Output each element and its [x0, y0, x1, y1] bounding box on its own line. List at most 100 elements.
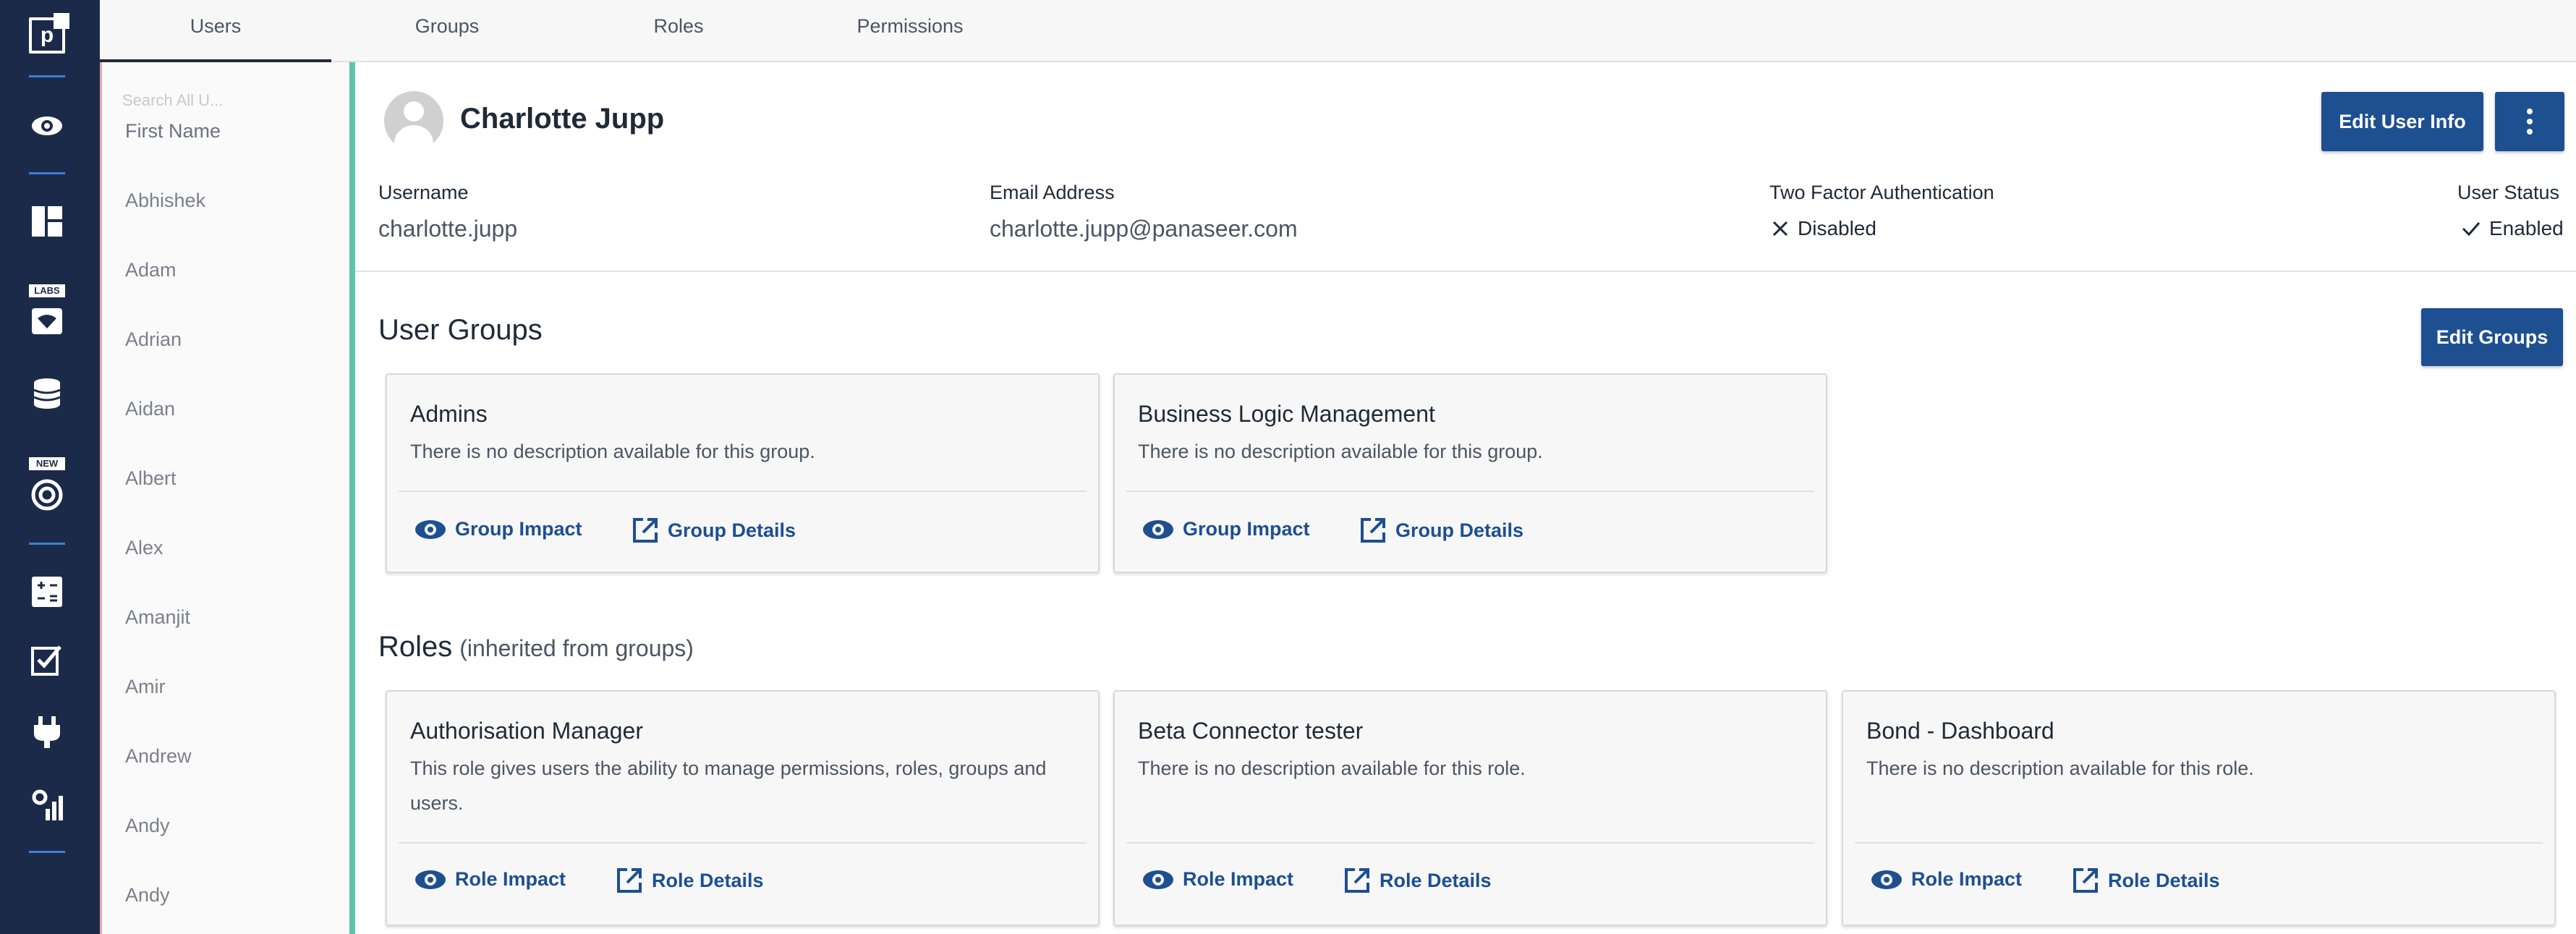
plug-icon[interactable]: [28, 713, 66, 751]
group-card-description: There is no description available for th…: [410, 441, 815, 462]
role-card: Bond - Dashboard There is no description…: [1842, 690, 2556, 926]
eye-icon: [1143, 519, 1173, 539]
nav-separator: [29, 75, 65, 77]
role-card-description: There is no description available for th…: [1866, 757, 2254, 779]
card-divider: [399, 491, 1087, 492]
eye-icon: [1871, 870, 1902, 889]
roles-subtitle: (inherited from groups): [459, 635, 694, 661]
calculator-icon[interactable]: [28, 573, 66, 611]
close-icon: [1772, 221, 1788, 237]
list-item[interactable]: Andy: [125, 815, 170, 837]
role-card-title: Bond - Dashboard: [1866, 718, 2054, 744]
header-divider: [355, 271, 2576, 272]
nav-separator: [29, 543, 65, 545]
roles-title: Roles (inherited from groups): [378, 631, 694, 663]
tfa-status: Disabled: [1772, 217, 1876, 240]
list-item[interactable]: Adam: [125, 259, 177, 281]
open-in-new-icon: [1345, 868, 1369, 893]
list-item[interactable]: Amanjit: [125, 606, 190, 629]
list-item[interactable]: Aidan: [125, 398, 175, 420]
role-details-link[interactable]: Role Details: [1343, 867, 1492, 894]
list-item[interactable]: Amir: [125, 676, 166, 698]
more-options-button[interactable]: [2495, 92, 2564, 151]
group-impact-link[interactable]: Group Impact: [1142, 518, 1310, 540]
nav-rail: p LABS NEW: [0, 0, 100, 934]
database-icon[interactable]: [28, 375, 66, 412]
card-divider: [399, 842, 1087, 844]
role-details-link[interactable]: Role Details: [616, 867, 764, 894]
app-logo[interactable]: p: [29, 13, 69, 54]
list-item[interactable]: Adrian: [125, 328, 182, 351]
labs-icon[interactable]: [28, 302, 66, 340]
role-impact-link[interactable]: Role Impact: [1871, 868, 2022, 891]
role-card: Beta Connector tester There is no descri…: [1113, 690, 1827, 926]
user-status: Enabled: [2462, 217, 2564, 240]
role-card: Authorisation Manager This role gives us…: [386, 690, 1100, 926]
tab-permissions[interactable]: Permissions: [794, 0, 1026, 62]
roles-title-text: Roles: [378, 631, 453, 663]
user-detail-panel: Charlotte Jupp Edit User Info Username c…: [355, 62, 2576, 934]
eye-icon: [1143, 870, 1173, 889]
edit-user-info-button[interactable]: Edit User Info: [2321, 92, 2483, 151]
nav-separator: [29, 851, 65, 853]
search-input-fragment[interactable]: Search All U...: [122, 91, 223, 110]
role-card-title: Authorisation Manager: [410, 718, 643, 744]
tab-groups[interactable]: Groups: [331, 0, 563, 62]
edit-groups-button[interactable]: Edit Groups: [2421, 308, 2563, 366]
eye-icon: [415, 519, 446, 539]
labs-badge: LABS: [29, 284, 65, 297]
open-in-new-icon: [1361, 518, 1385, 543]
dashboard-icon[interactable]: [28, 203, 66, 240]
check-icon: [2462, 222, 2481, 237]
eye-icon: [415, 870, 446, 889]
role-card-title: Beta Connector tester: [1138, 718, 1364, 744]
group-card: Business Logic Management There is no de…: [1113, 373, 1827, 573]
group-impact-link[interactable]: Group Impact: [415, 518, 582, 540]
user-groups-title: User Groups: [378, 314, 543, 346]
role-details-link[interactable]: Role Details: [2072, 867, 2220, 894]
list-item[interactable]: Alex: [125, 537, 163, 559]
user-status-text: Enabled: [2489, 217, 2564, 239]
more-vertical-icon: [2527, 109, 2533, 135]
card-divider: [1126, 491, 1814, 492]
tab-roles[interactable]: Roles: [563, 0, 794, 62]
group-details-link[interactable]: Group Details: [632, 517, 796, 544]
settings-chart-icon[interactable]: [28, 786, 66, 823]
role-card-description: There is no description available for th…: [1138, 757, 1526, 779]
group-details-link[interactable]: Group Details: [1359, 517, 1523, 544]
eye-icon[interactable]: [28, 107, 66, 145]
tfa-label: Two Factor Authentication: [1769, 182, 1994, 203]
email-value: charlotte.jupp@panaseer.com: [990, 216, 1298, 242]
target-icon[interactable]: [28, 476, 66, 514]
open-in-new-icon: [617, 868, 642, 893]
role-card-description: This role gives users the ability to man…: [410, 757, 1047, 814]
list-item[interactable]: Albert: [125, 467, 177, 490]
group-card-title: Business Logic Management: [1138, 401, 1435, 427]
open-in-new-icon: [633, 518, 658, 543]
checklist-icon[interactable]: [28, 641, 66, 679]
list-item[interactable]: Abhishek: [125, 190, 205, 212]
panel-splitter[interactable]: [349, 62, 355, 934]
group-card: Admins There is no description available…: [386, 373, 1100, 573]
role-impact-link[interactable]: Role Impact: [415, 868, 566, 891]
group-card-title: Admins: [410, 401, 488, 427]
user-list: Search All U... First Name Abhishek Adam…: [100, 62, 349, 934]
user-status-label: User Status: [2457, 182, 2560, 203]
username-value: charlotte.jupp: [378, 216, 518, 242]
new-badge: NEW: [29, 457, 65, 470]
tab-users[interactable]: Users: [100, 0, 331, 62]
first-name-column-header[interactable]: First Name: [125, 120, 221, 143]
group-card-description: There is no description available for th…: [1138, 441, 1543, 462]
card-divider: [1855, 842, 2543, 844]
tfa-status-text: Disabled: [1798, 217, 1876, 239]
list-item[interactable]: Andrew: [125, 745, 192, 768]
nav-separator: [29, 172, 65, 174]
open-in-new-icon: [2073, 868, 2098, 893]
username-label: Username: [378, 182, 469, 203]
top-tabs: Users Groups Roles Permissions: [100, 0, 2576, 62]
list-item[interactable]: Andy: [125, 884, 170, 907]
role-impact-link[interactable]: Role Impact: [1142, 868, 1293, 891]
email-label: Email Address: [990, 182, 1115, 203]
card-divider: [1126, 842, 1814, 844]
avatar: [384, 91, 443, 150]
